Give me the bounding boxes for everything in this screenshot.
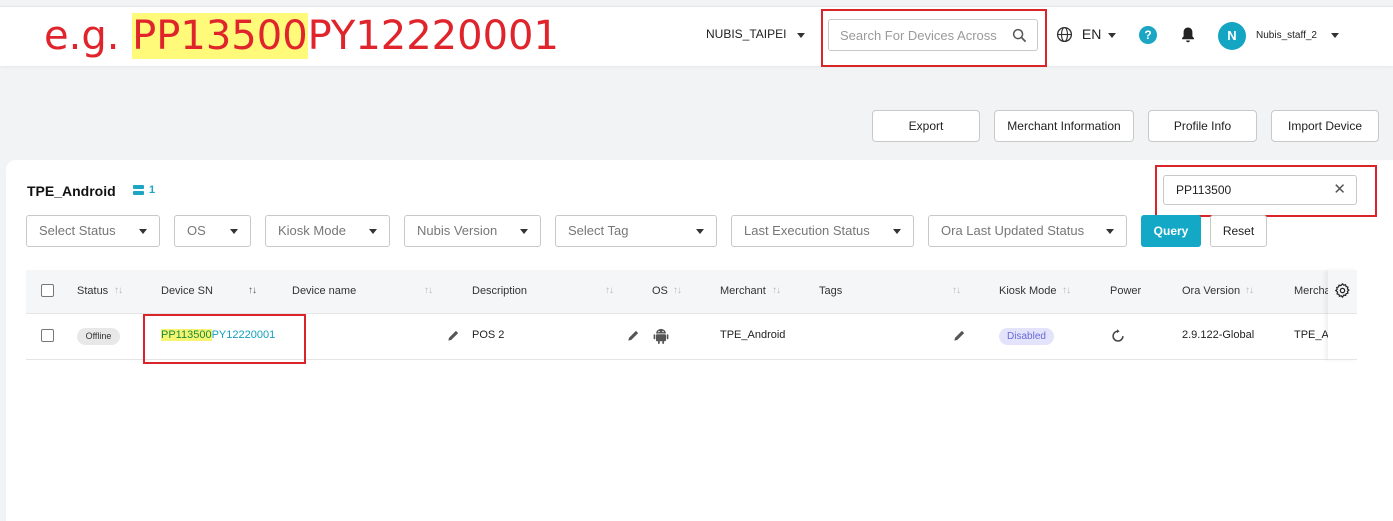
- sort-icon[interactable]: ↑↓: [1062, 285, 1071, 296]
- column-header-merchant-2[interactable]: Mercha: [1294, 285, 1328, 297]
- language-selector[interactable]: EN: [1056, 26, 1101, 43]
- annotation-highlight: PP13500: [132, 13, 308, 59]
- chevron-down-icon[interactable]: [1331, 33, 1339, 38]
- avatar[interactable]: N: [1218, 22, 1246, 50]
- column-header-os[interactable]: OS: [652, 285, 668, 297]
- help-icon[interactable]: ?: [1139, 26, 1157, 44]
- chevron-down-icon: [893, 229, 901, 234]
- chevron-down-icon[interactable]: [797, 33, 805, 38]
- device-sn-highlight: PP113500: [161, 329, 212, 341]
- global-search[interactable]: [828, 19, 1038, 51]
- device-search[interactable]: ✕: [1163, 175, 1357, 205]
- device-sn-link[interactable]: PP113500PY12220001: [161, 329, 275, 341]
- filter-label: Kiosk Mode: [278, 223, 346, 238]
- filter-label: OS: [187, 223, 206, 238]
- device-sn-rest: PY12220001: [211, 329, 276, 341]
- chevron-down-icon: [139, 229, 147, 234]
- sort-icon[interactable]: ↑↓: [673, 285, 682, 296]
- globe-icon: [1056, 26, 1073, 43]
- android-icon: [653, 328, 669, 344]
- export-button[interactable]: Export: [872, 110, 980, 142]
- restart-icon[interactable]: [1111, 329, 1125, 343]
- sort-icon[interactable]: ↑↓: [1245, 285, 1254, 296]
- sort-icon[interactable]: ↑↓: [605, 285, 614, 296]
- filter-os[interactable]: OS: [174, 215, 251, 247]
- merchant-information-button[interactable]: Merchant Information: [994, 110, 1134, 142]
- filter-nubis-version[interactable]: Nubis Version: [404, 215, 541, 247]
- status-badge: Offline: [77, 328, 120, 345]
- column-header-merchant[interactable]: Merchant: [720, 285, 766, 297]
- merchant-2-value: TPE_A: [1294, 329, 1328, 341]
- sort-icon[interactable]: ↑↓: [248, 285, 257, 296]
- annotation-example: e.g. PP13500PY12220001: [44, 13, 559, 59]
- profile-info-button[interactable]: Profile Info: [1148, 110, 1257, 142]
- global-search-input[interactable]: [840, 20, 1010, 50]
- language-label: EN: [1081, 26, 1102, 42]
- column-header-device-name[interactable]: Device name: [292, 285, 356, 297]
- filter-label: Last Execution Status: [744, 223, 870, 238]
- chevron-down-icon: [520, 229, 528, 234]
- device-count: 1: [149, 184, 156, 196]
- sort-icon[interactable]: ↑↓: [424, 285, 433, 296]
- column-header-kiosk-mode[interactable]: Kiosk Mode: [999, 285, 1056, 297]
- panel-title: TPE_Android: [27, 183, 116, 199]
- column-header-status[interactable]: Status: [77, 285, 108, 297]
- chevron-down-icon: [696, 229, 704, 234]
- filter-label: Select Status: [39, 223, 116, 238]
- org-selector[interactable]: NUBIS_TAIPEI: [706, 27, 786, 41]
- merchant-value: TPE_Android: [720, 329, 786, 341]
- chevron-down-icon: [369, 229, 377, 234]
- row-checkbox[interactable]: [41, 329, 54, 342]
- filter-ora-last-updated-status[interactable]: Ora Last Updated Status: [928, 215, 1127, 247]
- sort-icon[interactable]: ↑↓: [952, 285, 961, 296]
- kiosk-mode-badge: Disabled: [999, 328, 1054, 345]
- description-value: POS 2: [472, 329, 505, 341]
- gear-icon[interactable]: [1335, 283, 1350, 298]
- filter-tag[interactable]: Select Tag: [555, 215, 717, 247]
- filter-label: Ora Last Updated Status: [941, 223, 1085, 238]
- sort-icon[interactable]: ↑↓: [772, 285, 781, 296]
- filter-last-execution-status[interactable]: Last Execution Status: [731, 215, 914, 247]
- ora-version-value: 2.9.122-Global: [1182, 329, 1255, 341]
- filter-status[interactable]: Select Status: [26, 215, 160, 247]
- import-device-button[interactable]: Import Device: [1271, 110, 1379, 142]
- pencil-icon[interactable]: [953, 329, 966, 342]
- select-all-checkbox[interactable]: [41, 284, 54, 297]
- username[interactable]: Nubis_staff_2: [1256, 30, 1317, 41]
- annotation-suffix: PY12220001: [307, 13, 559, 59]
- server-icon: [133, 185, 144, 195]
- sort-icon[interactable]: ↑↓: [114, 285, 123, 296]
- filter-label: Nubis Version: [417, 223, 498, 238]
- column-header-description[interactable]: Description: [472, 285, 527, 297]
- column-header-device-sn[interactable]: Device SN: [161, 285, 213, 297]
- column-header-ora-version[interactable]: Ora Version: [1182, 285, 1240, 297]
- clear-icon[interactable]: ✕: [1333, 182, 1346, 198]
- device-search-input[interactable]: [1176, 176, 1326, 204]
- search-icon[interactable]: [1012, 28, 1027, 43]
- column-header-tags[interactable]: Tags: [819, 285, 842, 297]
- reset-button[interactable]: Reset: [1210, 215, 1267, 247]
- annotation-prefix: e.g.: [44, 13, 133, 59]
- chevron-down-icon[interactable]: [1108, 33, 1116, 38]
- column-header-power[interactable]: Power: [1110, 285, 1141, 297]
- filter-label: Select Tag: [568, 223, 629, 238]
- filter-kiosk-mode[interactable]: Kiosk Mode: [265, 215, 390, 247]
- chevron-down-icon: [1106, 229, 1114, 234]
- query-button[interactable]: Query: [1141, 215, 1201, 247]
- bell-icon[interactable]: [1180, 26, 1196, 44]
- pencil-icon[interactable]: [627, 329, 640, 342]
- table-header: [26, 270, 1357, 314]
- chevron-down-icon: [230, 229, 238, 234]
- pencil-icon[interactable]: [447, 329, 460, 342]
